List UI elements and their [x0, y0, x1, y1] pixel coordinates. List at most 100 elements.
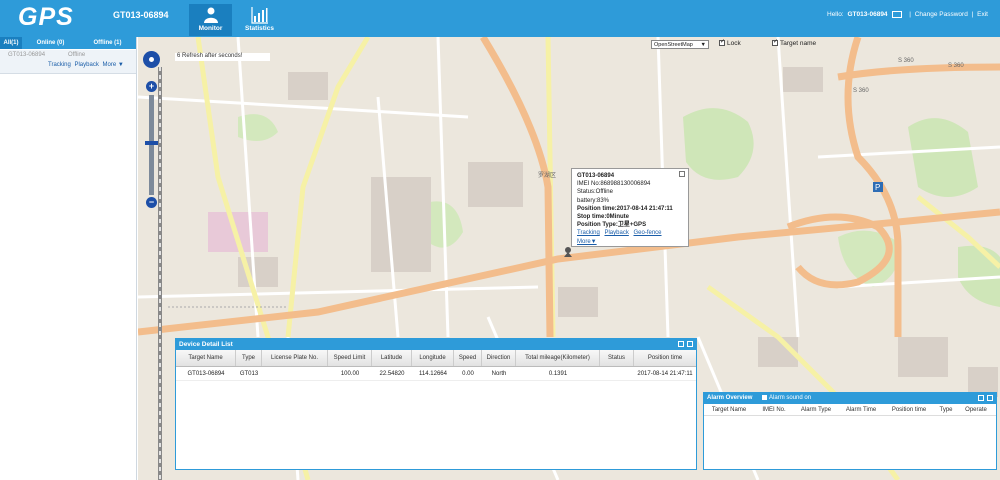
table-cell: GT013-06894	[187, 371, 225, 377]
column-header[interactable]: Target Name	[704, 404, 754, 415]
map-label: S 360	[853, 88, 869, 94]
vehicle-status: Offline	[68, 52, 86, 58]
column-header[interactable]: Type	[934, 404, 958, 415]
column-header[interactable]: Type	[236, 350, 262, 366]
zoom-out-button[interactable]: −	[146, 197, 157, 208]
checkbox-icon	[762, 394, 768, 400]
info-position-type: Position Type:卫星+GPS	[577, 222, 647, 229]
info-more-link[interactable]: More▼	[577, 239, 597, 245]
vehicle-name: GT013-06894	[8, 52, 46, 58]
column-header[interactable]: Longitude	[412, 350, 454, 366]
app-logo: GPS	[18, 3, 74, 31]
minimize-icon[interactable]	[678, 341, 684, 347]
vehicle-list-item[interactable]: GT013-06894 Offline Tracking Playback Mo…	[0, 50, 136, 74]
column-header[interactable]: Status	[600, 350, 634, 366]
table-cell	[600, 367, 634, 380]
alarm-overview-title: Alarm Overview	[707, 395, 753, 401]
checkbox-icon	[772, 38, 778, 47]
map-zoom-control: + −	[143, 51, 160, 211]
column-header[interactable]: Total mileage(Kilometer)	[516, 350, 600, 366]
close-icon[interactable]	[679, 171, 685, 177]
vehicle-info-window: GT013-06894 IMEI No:868988130006894 Stat…	[571, 168, 689, 247]
table-row[interactable]: GT013-06894 GT013 100.00 22.54820 114.12…	[176, 367, 696, 381]
info-battery: battery:83%	[577, 197, 610, 204]
info-stop-time: Stop time:0Minute	[577, 214, 629, 221]
maximize-icon[interactable]	[687, 341, 693, 347]
info-imei: IMEI No:868988130006894	[577, 181, 651, 188]
tab-all[interactable]: All(1)	[0, 37, 22, 49]
column-header[interactable]: Target Name	[176, 350, 236, 366]
exit-link[interactable]: Exit	[977, 11, 988, 18]
nav-statistics-label: Statistics	[245, 25, 274, 32]
info-position-time: Position time:2017-08-14 21:47:11	[577, 205, 673, 212]
zoom-slider[interactable]	[149, 95, 154, 195]
vehicle-playback-link[interactable]: Playback	[74, 62, 98, 68]
device-detail-panel: Device Detail List Target Name Type Lice…	[175, 338, 697, 470]
target-name-label: Target name	[780, 40, 817, 47]
change-password-link[interactable]: Change Password	[915, 11, 968, 18]
vehicle-marker-icon[interactable]	[563, 246, 573, 258]
alarm-overview-panel: Alarm Overview Alarm sound on Target Nam…	[703, 392, 997, 470]
column-header[interactable]: License Plate No.	[262, 350, 328, 366]
nav-monitor-button[interactable]: Monitor	[189, 4, 232, 36]
table-cell: 114.12664	[419, 371, 447, 377]
device-detail-title: Device Detail List	[179, 341, 233, 348]
column-header[interactable]: Alarm Time	[838, 404, 884, 415]
alarm-table-header: Target Name IMEI No. Alarm Type Alarm Ti…	[704, 404, 996, 416]
column-header[interactable]: Alarm Type	[794, 404, 838, 415]
minimize-icon[interactable]	[978, 395, 984, 401]
device-table-header: Target Name Type License Plate No. Speed…	[176, 350, 696, 367]
vehicle-tabs: All(1) Online (0) Offline (1)	[0, 37, 136, 49]
alarm-sound-toggle[interactable]: Alarm sound on	[762, 394, 812, 401]
person-icon	[203, 7, 218, 23]
vehicle-tracking-link[interactable]: Tracking	[48, 62, 71, 68]
checkbox-icon	[719, 38, 725, 47]
bar-chart-icon	[250, 7, 268, 24]
column-header[interactable]: Direction	[482, 350, 516, 366]
alarm-sound-label: Alarm sound on	[769, 395, 812, 401]
vehicle-more-link[interactable]: More ▼	[103, 62, 124, 68]
username: GT013-06894	[847, 11, 888, 19]
zoom-slider-handle[interactable]	[145, 141, 158, 145]
unit-title: GT013-06894	[113, 10, 169, 20]
table-cell: 100.00	[340, 371, 360, 377]
column-header[interactable]: Operate	[958, 404, 994, 415]
zoom-in-button[interactable]: +	[146, 81, 157, 92]
table-cell: 22.54820	[379, 371, 405, 377]
tab-online[interactable]: Online (0)	[22, 37, 79, 49]
table-cell: 2017-08-14 21:47:11	[637, 371, 693, 377]
column-header[interactable]: Speed	[454, 350, 482, 366]
lock-checkbox[interactable]: Lock	[719, 38, 741, 47]
alarm-overview-header: Alarm Overview Alarm sound on	[704, 393, 996, 404]
maximize-icon[interactable]	[987, 395, 993, 401]
nav-statistics-button[interactable]: Statistics	[238, 4, 281, 36]
map-type-select[interactable]: OpenStreetMap ▼	[651, 40, 709, 49]
info-playback-link[interactable]: Playback	[604, 230, 628, 236]
info-title: GT013-06894	[577, 173, 615, 179]
column-header[interactable]: IMEI No.	[754, 404, 794, 415]
table-cell: North	[491, 371, 507, 377]
table-cell: 0.1391	[548, 371, 568, 377]
map-label: 罗湖区	[538, 171, 556, 179]
column-header[interactable]: Position time	[634, 350, 696, 366]
pan-control-icon[interactable]	[143, 51, 160, 68]
refresh-countdown: 6 Refresh after seconds!	[175, 53, 270, 61]
info-tracking-link[interactable]: Tracking	[577, 230, 600, 236]
table-cell	[262, 367, 328, 380]
column-header[interactable]: Position time	[884, 404, 934, 415]
map-label: S 360	[948, 63, 964, 69]
tab-offline[interactable]: Offline (1)	[79, 37, 136, 49]
map-type-value: OpenStreetMap	[654, 42, 693, 48]
info-geofence-link[interactable]: Geo-fence	[634, 230, 662, 236]
top-header: GPS GT013-06894 Monitor Statistics Hello…	[0, 0, 1000, 37]
vehicle-actions: Tracking Playback More ▼	[48, 62, 126, 68]
table-cell: 0.00	[462, 371, 474, 377]
table-cell: GT013	[239, 371, 259, 377]
target-name-checkbox[interactable]: Target name	[772, 38, 817, 47]
column-header[interactable]: Speed Limit	[328, 350, 372, 366]
chevron-down-icon: ▼	[700, 42, 706, 48]
lock-label: Lock	[727, 40, 741, 47]
device-detail-header: Device Detail List	[176, 339, 696, 350]
language-flag-icon[interactable]	[892, 11, 903, 18]
column-header[interactable]: Latitude	[372, 350, 412, 366]
